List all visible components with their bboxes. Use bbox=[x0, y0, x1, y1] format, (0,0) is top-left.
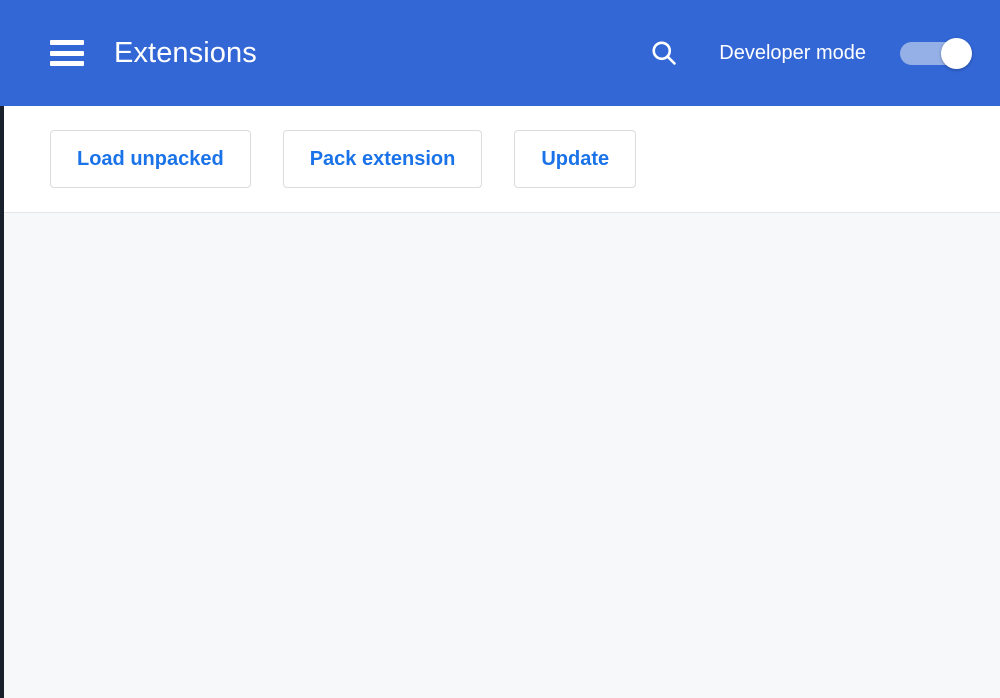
hamburger-bar bbox=[50, 40, 84, 45]
page-title: Extensions bbox=[114, 36, 257, 69]
hamburger-bar bbox=[50, 61, 84, 66]
left-edge-rail bbox=[0, 106, 4, 698]
search-icon[interactable] bbox=[647, 36, 681, 70]
update-button[interactable]: Update bbox=[514, 130, 637, 188]
load-unpacked-button[interactable]: Load unpacked bbox=[50, 130, 251, 188]
extensions-content-area bbox=[0, 213, 1000, 698]
hamburger-bar bbox=[50, 50, 84, 56]
app-header: Extensions Developer mode bbox=[0, 0, 1000, 106]
extensions-toolbar: Load unpacked Pack extension Update bbox=[0, 106, 1000, 213]
developer-mode-label: Developer mode bbox=[719, 41, 866, 64]
pack-extension-button[interactable]: Pack extension bbox=[282, 130, 483, 188]
developer-mode-toggle[interactable] bbox=[900, 38, 972, 69]
toggle-knob bbox=[941, 38, 972, 69]
hamburger-menu-icon[interactable] bbox=[50, 40, 84, 66]
